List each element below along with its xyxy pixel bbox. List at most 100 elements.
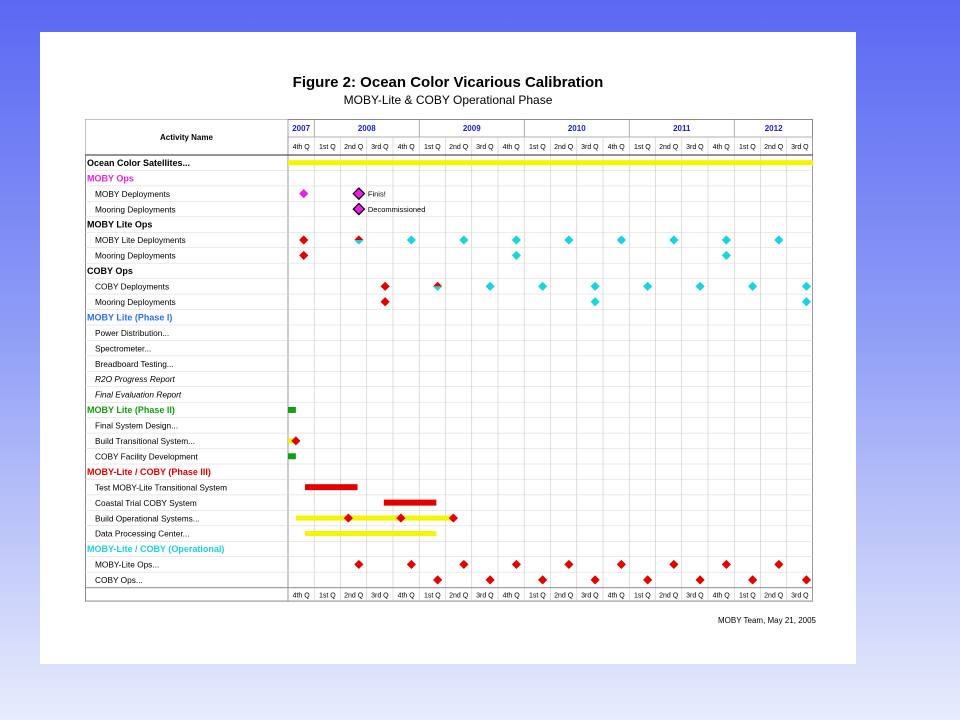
row-label: Mooring Deployments [95,204,176,214]
quarter-label-bottom: 4th Q [503,593,521,600]
gantt-bar [288,406,296,413]
gantt-bar [305,484,358,491]
chart-title: Figure 2: Ocean Color Vicarious Calibrat… [292,74,604,91]
row-label: Final System Design... [95,421,178,431]
quarter-label-bottom: 3rd Q [686,593,704,600]
milestone-marker [721,235,731,245]
gantt-bar [295,515,454,521]
milestone-marker [774,559,784,570]
milestone-marker [406,235,416,245]
quarter-label-bottom: 4th Q [398,593,416,600]
milestone-marker [643,281,653,291]
milestone-marker [299,235,309,245]
row-label: Mooring Deployments [95,251,176,261]
row-label: COBY Deployments [95,282,169,292]
milestone-marker [511,250,521,261]
quarter-label-top: 4th Q [608,144,626,151]
year-label: 2012 [765,124,783,133]
gantt-bar [305,531,437,537]
milestone-marker [396,513,406,523]
quarter-label-top: 3rd Q [791,144,809,151]
row-label: MOBY-Lite Ops... [95,560,159,570]
quarter-label-top: 2nd Q [764,144,784,151]
quarter-label-bottom: 3rd Q [476,593,494,600]
quarter-label-bottom: 3rd Q [581,593,599,600]
quarter-label-top: 2nd Q [344,144,364,151]
quarter-label-top: 3rd Q [476,144,494,151]
quarter-label-bottom: 4th Q [608,593,626,600]
milestone-marker [352,202,366,216]
gantt-bar [288,160,813,166]
row-label: Test MOBY-Lite Transitional System [95,482,227,492]
quarter-label-top: 3rd Q [581,144,599,151]
row-label: Power Distribution... [95,328,169,338]
quarter-label-bottom: 1st Q [634,593,651,600]
quarter-label-bottom: 2nd Q [449,593,469,600]
row-label: Breadboard Testing... [95,359,174,369]
row-label: COBY Ops... [95,575,143,585]
row-label: MOBY Ops [87,173,134,183]
milestone-marker [695,281,705,291]
year-label: 2007 [292,124,310,133]
quarter-label-top: 1st Q [424,144,441,151]
gantt-chart: Activity Name 2007 2008 2009 2010 2011 2012 4th… [85,119,814,607]
quarter-label-top: 2nd Q [659,144,679,151]
milestone-marker [299,250,309,261]
quarter-label-bottom: 1st Q [739,593,756,600]
row-label: MOBY-Lite / COBY (Operational) [87,544,224,554]
row-label: MOBY-Lite / COBY (Phase III) [87,467,211,477]
quarter-label-bottom: 4th Q [293,593,311,600]
row-label: MOBY Lite (Phase I) [87,312,172,322]
quarter-label-top: 4th Q [503,144,521,151]
milestone-marker [485,281,495,291]
row-label: Spectrometer... [95,343,151,353]
row-label: Build Transitional System... [95,436,195,446]
gantt-bar [288,453,296,460]
milestone-marker [354,559,364,570]
row-label: MOBY Deployments [95,189,170,199]
milestone-marker [774,235,784,245]
gantt-bar [383,499,437,506]
milestone-marker [380,297,390,307]
milestone-marker [748,575,758,585]
milestone-marker [511,235,521,245]
milestone-marker [448,513,458,523]
milestone-marker [590,281,600,291]
milestone-marker [299,189,309,199]
milestone-half-top [433,281,443,287]
row-label: COBY Facility Development [95,451,198,461]
milestone-marker [343,513,353,523]
quarter-label-bottom: 2nd Q [344,593,364,600]
row-label: Build Operational Systems... [95,513,200,523]
milestone-marker [695,575,705,585]
milestone-marker [590,297,600,307]
quarter-label-bottom: 3rd Q [371,593,389,600]
milestone-note: Finis! [368,190,386,199]
gantt-svg: Activity Name 2007 2008 2009 2010 2011 2012 4th… [85,119,814,602]
year-label: 2010 [568,124,586,133]
milestone-half-bottom [433,286,443,291]
milestone-marker [721,250,731,261]
milestone-marker [590,575,600,585]
year-label: 2009 [463,124,481,133]
slide: Figure 2: Ocean Color Vicarious Calibrat… [40,32,856,664]
milestone-marker [485,575,495,585]
milestone-marker [459,235,469,245]
activity-name-header: Activity Name [160,133,213,142]
milestone-marker [406,559,416,570]
row-label: Coastal Trial COBY System [95,498,197,508]
milestone-marker [380,281,390,291]
milestone-marker [352,187,366,201]
milestone-marker [616,235,626,245]
milestone-half-top [354,235,364,240]
milestone-half-bottom [354,239,364,245]
row-label: MOBY Lite Deployments [95,235,186,245]
year-label: 2011 [673,124,691,133]
milestone-marker [801,281,812,291]
quarter-label-top: 1st Q [634,144,651,151]
quarter-label-top: 2nd Q [449,144,469,151]
milestone-marker [564,559,574,570]
chart-subtitle: MOBY-Lite & COBY Operational Phase [343,93,553,107]
row-label: Ocean Color Satellites... [87,158,190,168]
row-label: MOBY Lite (Phase II) [87,405,175,415]
